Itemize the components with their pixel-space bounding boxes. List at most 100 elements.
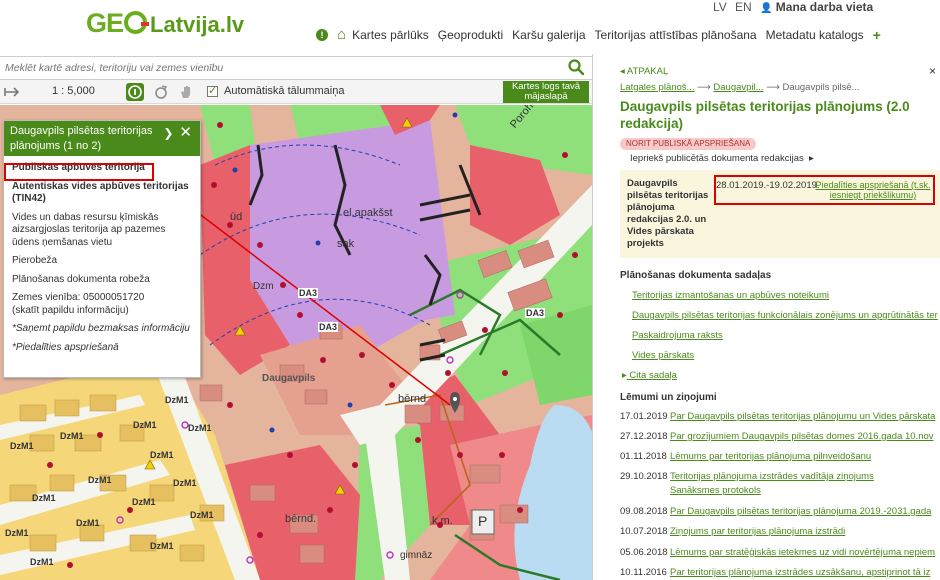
news-item[interactable]: Sanāksmes protokols <box>670 485 940 496</box>
popup-body: Publiskās apbūves teritorija Autentiskas… <box>4 156 200 366</box>
nav-metadatu-katalogs[interactable]: Metadatu katalogs <box>766 28 864 42</box>
news-date: 10.11.2016 <box>620 567 667 578</box>
home-icon[interactable]: ⌂ <box>337 27 346 42</box>
auto-zoom-label: Automātiskā tālummaiņa <box>224 85 345 97</box>
identify-button[interactable] <box>126 83 144 101</box>
map-label-da3-c: DA3 <box>525 308 546 318</box>
doc-link[interactable]: Daugavpils pilsētas teritorijas funkcion… <box>632 310 938 321</box>
map-label-dzm1: DzM1 <box>150 450 174 460</box>
news-item[interactable]: 29.10.2018 Teritorijas plānojuma izstrāde… <box>620 471 940 482</box>
nav-more-plus[interactable]: + <box>873 27 881 43</box>
popup-item-free-info[interactable]: *Saņemt papildu bezmaksas informāciju <box>12 323 192 336</box>
news-date: 29.10.2018 <box>620 471 668 482</box>
news-title[interactable]: Lēmums par teritorijas plānojuma pilnvei… <box>670 451 871 462</box>
map-label-dzm1: DzM1 <box>133 420 157 430</box>
scale-display[interactable]: 1 : 5,000 <box>52 85 95 97</box>
status-badge: NORIT PUBLISKĀ APSPRIEŠANA <box>620 138 757 150</box>
highlight-box-consultation <box>714 175 935 205</box>
map-toolbar: 1 : 5,000 Automātiskā tālummaiņa Kartes … <box>0 80 592 104</box>
panel-divider[interactable] <box>592 54 616 580</box>
other-section-label: Cita sadaļa <box>629 370 677 381</box>
map-label-el-apakss: el.apakšst <box>343 207 393 219</box>
news-title[interactable]: Ziņojums par teritorijas plānojuma izstr… <box>670 526 845 537</box>
chevron-right-icon: ▸ <box>809 153 814 164</box>
main-nav: ! ⌂ Kartes pārlūks Ģeoprodukti Karšu gal… <box>316 27 881 43</box>
back-link[interactable]: ◂ ATPAKAĻ <box>620 66 668 77</box>
breadcrumb-item[interactable]: Latgales plānoš... <box>620 82 694 93</box>
map-label-gimnazija: gimnāz <box>400 550 433 561</box>
popup-item[interactable]: Pierobeža <box>12 255 192 268</box>
news-item[interactable]: 01.11.2018 Lēmums par teritorijas plānoju… <box>620 451 940 462</box>
doc-link[interactable]: Teritorijas izmantošanas un apbūves note… <box>632 290 829 301</box>
popup-title: Daugavpils pilsētas teritorijas plānojum… <box>10 125 153 152</box>
measure-icon[interactable] <box>4 84 22 100</box>
breadcrumb-item[interactable]: Daugavpil... <box>713 82 763 93</box>
news-title[interactable]: Par grozījumiem Daugavpils pilsētas dome… <box>670 431 934 442</box>
map-label-bernd-1: bērnd <box>398 393 427 405</box>
auto-zoom-checkbox[interactable] <box>207 84 218 97</box>
popup-item[interactable]: Autentiskas vides apbūves teritorijas (T… <box>12 181 192 206</box>
embed-map-button[interactable]: Kartes logs tavā mājaslapā <box>503 81 589 103</box>
other-section-link[interactable]: ▸ Cita sadaļa <box>622 370 677 381</box>
map-label-da3-a: DA3 <box>298 288 319 298</box>
news-title[interactable]: Par Daugavpils pilsētas teritorijas plān… <box>670 506 931 517</box>
feature-info-popup: Daugavpils pilsētas teritorijas plānojum… <box>3 120 201 378</box>
popup-item[interactable]: Vides un dabas resursu ķīmiskās aizsargj… <box>12 212 192 250</box>
nav-geoprodukti[interactable]: Ģeoprodukti <box>438 28 503 42</box>
info-circle-icon <box>128 85 142 99</box>
info-icon[interactable]: ! <box>316 29 328 41</box>
map-label-dzm1: DzM1 <box>165 395 189 405</box>
news-title[interactable]: Par teritorijas plānojuma izstrādes uzsā… <box>670 567 930 578</box>
popup-item-more-info[interactable]: (skatīt papildu informāciju) <box>12 305 192 318</box>
nav-teritorijas-planosana[interactable]: Teritorijas attīstības plānošana <box>595 28 757 42</box>
map-search-bar <box>0 56 592 80</box>
news-title[interactable]: Par Daugavpils pilsētas teritorijas plān… <box>670 411 935 422</box>
pan-button[interactable] <box>177 83 195 101</box>
popup-header: Daugavpils pilsētas teritorijas plānojum… <box>4 121 200 156</box>
popup-item-participate[interactable]: *Piedalīties apspriešanā <box>12 342 192 355</box>
map-label-dzm1: DzM1 <box>190 510 214 520</box>
news-title[interactable]: Lēmums par stratēģiskās ietekmes uz vidi… <box>670 547 935 558</box>
close-icon[interactable]: ✕ <box>179 124 192 141</box>
popup-item[interactable]: Zemes vienība: 05000051720 <box>12 292 192 305</box>
consultation-info-box: Daugavpils pilsētas teritorijas plānojum… <box>620 170 940 258</box>
search-icon[interactable] <box>568 59 584 75</box>
news-item[interactable]: 17.01.2019 Par Daugavpils pilsētas terito… <box>620 411 940 422</box>
panel-close-icon[interactable]: × <box>929 64 936 78</box>
header: GE Latvija.lv LV EN 👤 Mana darba vieta !… <box>0 0 940 54</box>
breadcrumb: Latgales plānoš... ⟶ Daugavpil... ⟶ Daug… <box>620 82 860 93</box>
lang-en[interactable]: EN <box>735 0 752 14</box>
breadcrumb-arrow-icon: ⟶ <box>766 82 783 93</box>
map-label-da3-b: DA3 <box>318 322 339 332</box>
map-label-bernd-2: bērnd. <box>285 513 317 525</box>
reset-view-button[interactable] <box>152 83 170 101</box>
news-item[interactable]: 09.08.2018 Par Daugavpils pilsētas terito… <box>620 506 940 517</box>
news-item[interactable]: 10.11.2016 Par teritorijas plānojuma izst… <box>620 567 940 578</box>
popup-item[interactable]: Plānošanas dokumenta robeža <box>12 274 192 287</box>
previous-versions-link[interactable]: Iepriekš publicētās dokumenta redakcijas… <box>630 153 814 164</box>
doc-link[interactable]: Vides pārskats <box>632 350 694 361</box>
panel-title: Daugavpils pilsētas teritorijas plānojum… <box>620 99 910 131</box>
map-label-dzm1: DzM1 <box>10 441 34 451</box>
map-label-dzm1: DzM1 <box>76 518 100 528</box>
map-label-dzm1: DzM1 <box>30 557 54 567</box>
nav-karsu-galerija[interactable]: Karšu galerija <box>512 28 585 42</box>
news-item[interactable]: 27.12.2018 Par grozījumiem Daugavpils pil… <box>620 431 940 442</box>
logo-o-icon <box>124 11 150 34</box>
lang-lv[interactable]: LV <box>713 0 727 14</box>
breadcrumb-arrow-icon: ⟶ <box>697 82 714 93</box>
nav-kartes-parluks[interactable]: Kartes pārlūks <box>352 28 429 42</box>
doc-link[interactable]: Paskaidrojuma raksts <box>632 330 723 341</box>
map-label-sak: sak <box>337 238 355 250</box>
news-item[interactable]: 05.06.2018 Lēmums par stratēģiskās ietekm… <box>620 547 940 558</box>
user-icon: 👤 <box>760 3 773 14</box>
news-title[interactable]: Teritorijas plānojuma izstrādes vadītāja… <box>670 471 874 482</box>
user-link[interactable]: 👤 Mana darba vieta <box>760 0 873 14</box>
logo-latvija-text: Latvija.lv <box>150 12 245 37</box>
map-search-input[interactable] <box>0 57 560 79</box>
site-logo[interactable]: GE Latvija.lv <box>86 8 244 39</box>
section-docs-heading: Plānošanas dokumenta sadaļas <box>620 270 772 281</box>
news-item[interactable]: 10.07.2018 Ziņojums par teritorijas plāno… <box>620 526 940 537</box>
next-icon[interactable]: ❯ <box>163 126 173 140</box>
news-title[interactable]: Sanāksmes protokols <box>670 485 761 496</box>
